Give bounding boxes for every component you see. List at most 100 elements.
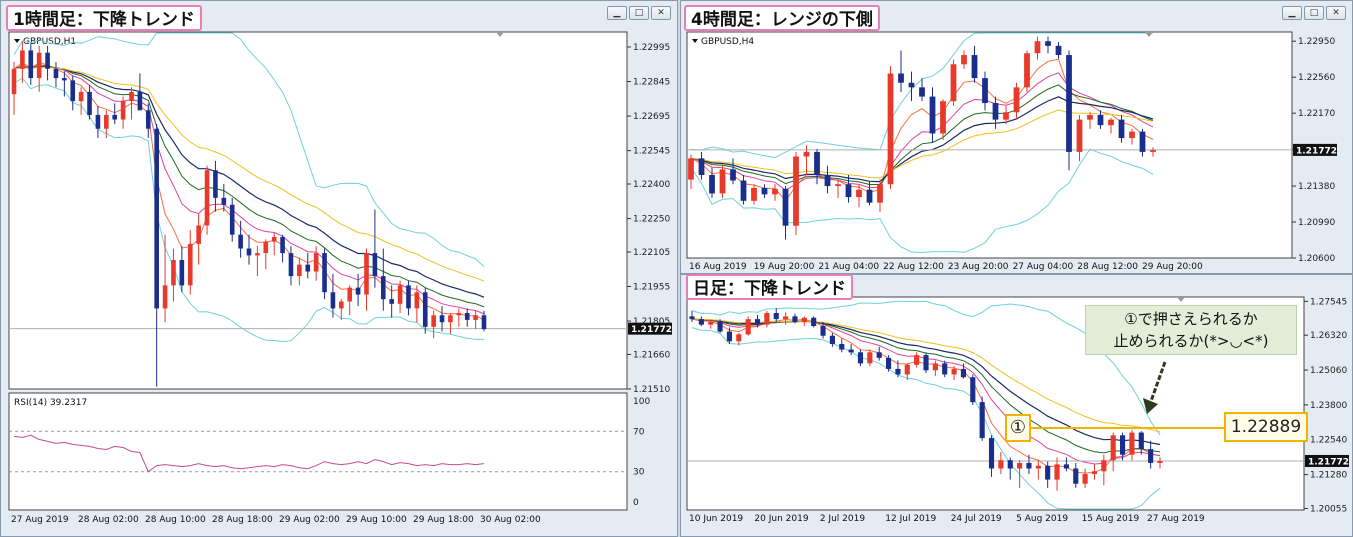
chart1-candle-body bbox=[112, 114, 118, 120]
chart3-candle-body bbox=[1035, 465, 1041, 469]
chart1-candle-body bbox=[313, 253, 319, 272]
chart1-candle-body bbox=[280, 236, 285, 254]
chart2-candle-body bbox=[1045, 41, 1051, 46]
chart3-candle-body bbox=[689, 316, 695, 320]
chart3-y-tick-label: 1.23800 bbox=[1310, 401, 1347, 411]
chart3-candle-body bbox=[914, 355, 920, 365]
chart1-y-tick-label: 1.22105 bbox=[633, 248, 670, 258]
chart1-candle-body bbox=[137, 91, 143, 111]
chart3-candle-body bbox=[708, 321, 714, 325]
chart1-y-tick-label: 1.21660 bbox=[633, 350, 670, 360]
chart2-candle-body bbox=[1118, 119, 1125, 139]
chart3-candle-body bbox=[1091, 471, 1098, 475]
chart1-x-tick-label: 27 Aug 2019 bbox=[11, 515, 69, 525]
chart2-candle-body bbox=[856, 189, 862, 198]
chart2-candle-body bbox=[761, 187, 768, 195]
chart3-candle-body bbox=[1017, 462, 1023, 469]
chart3-candle-body bbox=[764, 313, 770, 325]
chart1-candle-body bbox=[372, 253, 378, 277]
chart2-candle-body bbox=[719, 169, 726, 194]
chart1-candle-body bbox=[389, 299, 394, 304]
chart1-candle-body bbox=[129, 91, 134, 102]
chart1-plot-area bbox=[8, 31, 628, 390]
chart1-candle-body bbox=[347, 287, 353, 302]
chart1-candle-body bbox=[355, 287, 361, 295]
annotation-note: ①で押さえられるか 止められるか(*>◡<*) bbox=[1085, 305, 1297, 355]
chart2-candle-body bbox=[688, 158, 694, 180]
chart3-candle-body bbox=[904, 364, 910, 375]
chart2-y-tick-label: 1.22560 bbox=[1298, 73, 1335, 83]
chart3-candle-body bbox=[885, 357, 892, 369]
chart3-candle-body bbox=[783, 316, 789, 320]
chart3-candle-body bbox=[951, 368, 957, 375]
chart2-x-tick-label: 19 Aug 20:00 bbox=[754, 262, 815, 272]
chart2-candle-body bbox=[1034, 41, 1041, 54]
chart3-y-tick-label: 1.26320 bbox=[1310, 331, 1347, 341]
chart2-candle-body bbox=[1087, 115, 1093, 120]
chart1-candle-body bbox=[87, 91, 92, 115]
chart2-plot-area bbox=[686, 31, 1293, 259]
chart3-candle-body bbox=[829, 335, 835, 345]
chart3-candle-body bbox=[1007, 460, 1013, 469]
chart3-x-tick-label: 5 Aug 2019 bbox=[1016, 514, 1068, 524]
chart1-candle-body bbox=[305, 264, 311, 272]
chart3-candle-body bbox=[1101, 460, 1107, 472]
chart3-candle-body bbox=[792, 316, 798, 322]
chart2-symbol-label: GBPUSD,H4 bbox=[701, 37, 754, 47]
chart3-candle-body bbox=[867, 352, 873, 364]
chart1-candle-body bbox=[448, 315, 453, 323]
chart3-candle-body bbox=[1148, 449, 1154, 463]
chart1-candle-body bbox=[36, 52, 42, 79]
chart1-candle-body bbox=[406, 285, 411, 309]
chart1-x-tick-label: 28 Aug 10:00 bbox=[145, 515, 206, 525]
chart2-candle-body bbox=[1097, 115, 1104, 126]
chart3-x-tick-label: 2 Jul 2019 bbox=[820, 514, 865, 524]
chart1-y-tick-label: 1.21955 bbox=[633, 283, 670, 293]
chart2-candle-body bbox=[887, 73, 894, 185]
chart3-current-price-label: 1.21772 bbox=[1308, 457, 1349, 467]
chart1-candle-body bbox=[380, 276, 386, 300]
chart1-candle-body bbox=[297, 264, 302, 277]
chart1-candle-body bbox=[11, 68, 17, 95]
chart3-candle-body bbox=[932, 363, 938, 371]
chart3-candle-body bbox=[698, 319, 704, 325]
chart2-candle-body bbox=[971, 55, 978, 79]
chart3-candle-body bbox=[1045, 465, 1051, 480]
chart1-candle-body bbox=[162, 285, 168, 309]
chart2-candle-body bbox=[961, 55, 967, 65]
chart1-candle-body bbox=[330, 292, 336, 309]
chart1-x-tick-label: 30 Aug 02:00 bbox=[480, 515, 541, 525]
chart1-candle-body bbox=[288, 253, 294, 277]
chart1-candle-body bbox=[473, 315, 478, 320]
h4-caption: 4時間足：レンジの下側 bbox=[684, 5, 880, 31]
charts-canvas: 1.22995 1.22845 1.22695 1.22545 1.22400 1.222… bbox=[8, 31, 1349, 525]
chart3-candle-body bbox=[960, 368, 967, 378]
chart3-candle-body bbox=[736, 334, 742, 342]
chart3-x-tick-label: 24 Jul 2019 bbox=[951, 514, 1002, 524]
chart1-candle-body bbox=[196, 225, 201, 244]
chart2-x-tick-label: 28 Aug 12:00 bbox=[1077, 262, 1138, 272]
chart2-candle-body bbox=[1024, 53, 1030, 88]
chart1-candle-body bbox=[246, 248, 252, 256]
chart2-x-tick-label: 22 Aug 12:00 bbox=[883, 262, 944, 272]
chart2-candle-body bbox=[940, 101, 946, 134]
chart3-candle-body bbox=[1129, 432, 1135, 455]
marker-box: ① bbox=[1005, 414, 1031, 442]
chart2-y-tick-label: 1.22170 bbox=[1298, 109, 1335, 119]
chart1-candle-body bbox=[204, 170, 210, 226]
annotation-line-2: 止められるか(*>◡<*) bbox=[1113, 332, 1269, 350]
h1-caption: 1時間足：下降トレンド bbox=[6, 5, 202, 31]
chart3-candle-body bbox=[979, 402, 985, 439]
chart2-candle-body bbox=[1108, 119, 1114, 126]
chart1-candle-body bbox=[439, 315, 445, 323]
chart2-candle-body bbox=[1055, 45, 1062, 56]
chart2-candle-body bbox=[1003, 112, 1009, 120]
chart1-candle-body bbox=[171, 260, 176, 286]
chart3-x-tick-label: 12 Jul 2019 bbox=[885, 514, 936, 524]
chart3-candle-body bbox=[895, 368, 901, 375]
chart2-candle-body bbox=[740, 180, 747, 201]
chart1-candle-body bbox=[339, 301, 344, 309]
rsi-tick-label: 100 bbox=[633, 397, 650, 407]
chart3-candle-body bbox=[717, 321, 723, 332]
chart3-candle-body bbox=[1138, 432, 1144, 450]
